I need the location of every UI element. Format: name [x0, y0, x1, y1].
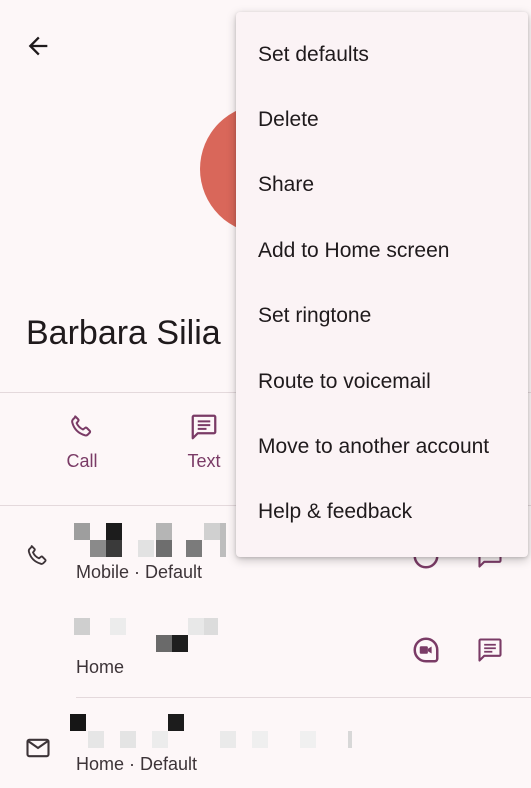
phone-icon: [20, 538, 56, 574]
video-call-icon: [413, 637, 439, 663]
back-button[interactable]: [18, 26, 58, 66]
message-button[interactable]: [470, 630, 510, 670]
menu-item-route-to-voicemail[interactable]: Route to voicemail: [236, 349, 528, 414]
email-icon: [20, 730, 56, 766]
text-label: Text: [187, 451, 221, 471]
message-icon: [478, 638, 502, 662]
menu-item-set-ringtone[interactable]: Set ringtone: [236, 284, 528, 349]
phone-icon: [71, 415, 92, 437]
redacted-email[interactable]: [70, 714, 352, 748]
menu-item-add-to-home-screen[interactable]: Add to Home screen: [236, 218, 528, 283]
menu-item-share[interactable]: Share: [236, 153, 528, 218]
message-icon: [191, 414, 217, 440]
overflow-menu: Set defaults Delete Share Add to Home sc…: [236, 12, 528, 557]
call-label: Call: [66, 451, 98, 471]
menu-item-set-defaults[interactable]: Set defaults: [236, 22, 528, 87]
text-button[interactable]: Text: [164, 412, 244, 472]
menu-item-delete[interactable]: Delete: [236, 87, 528, 152]
video-call-button[interactable]: [406, 630, 446, 670]
call-button[interactable]: Call: [42, 412, 122, 472]
arrow-left-icon: [28, 36, 48, 56]
redacted-phone-number[interactable]: [74, 523, 234, 557]
menu-item-help-feedback[interactable]: Help & feedback: [236, 480, 528, 545]
email-label: Home · Default: [76, 754, 198, 774]
menu-item-move-to-another-account[interactable]: Move to another account: [236, 414, 528, 479]
redacted-phone-number[interactable]: [74, 618, 220, 652]
phone-home-label: Home: [76, 657, 125, 677]
contact-name: Barbara Silia: [26, 314, 221, 352]
phone-mobile-label: Mobile · Default: [76, 562, 203, 582]
divider: [76, 697, 531, 698]
